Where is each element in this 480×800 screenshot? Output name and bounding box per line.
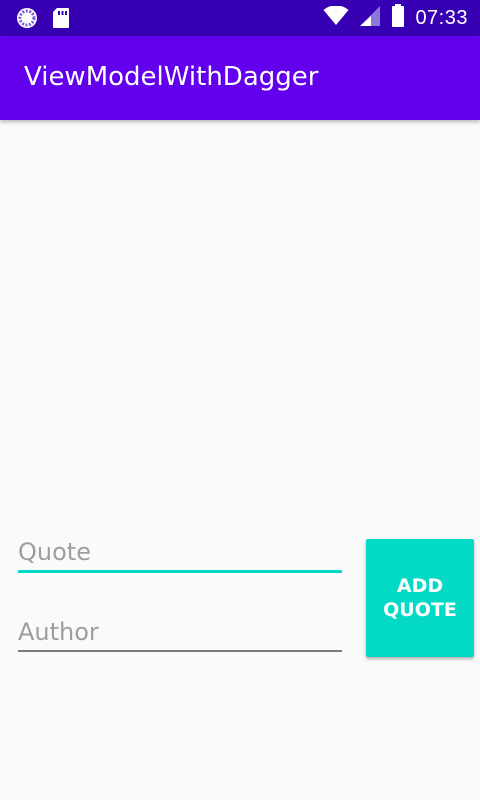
status-bar-right-icons: 07:33 bbox=[323, 0, 468, 36]
quote-input[interactable] bbox=[18, 534, 342, 570]
quote-underline bbox=[18, 570, 342, 573]
author-input[interactable] bbox=[18, 614, 342, 650]
app-title: ViewModelWithDagger bbox=[24, 62, 319, 92]
sd-card-icon bbox=[52, 7, 70, 34]
author-underline bbox=[18, 650, 342, 652]
loading-icon bbox=[16, 7, 38, 34]
status-bar: 07:33 bbox=[0, 0, 480, 36]
add-quote-button[interactable]: ADD QUOTE bbox=[366, 539, 474, 657]
app-bar: ViewModelWithDagger bbox=[0, 36, 480, 120]
cell-signal-icon bbox=[359, 5, 381, 32]
status-time: 07:33 bbox=[415, 6, 468, 29]
battery-icon bbox=[391, 3, 405, 33]
status-bar-left-icons bbox=[16, 7, 70, 34]
quote-field bbox=[18, 534, 342, 573]
wifi-icon bbox=[323, 4, 349, 31]
author-field bbox=[18, 614, 342, 652]
